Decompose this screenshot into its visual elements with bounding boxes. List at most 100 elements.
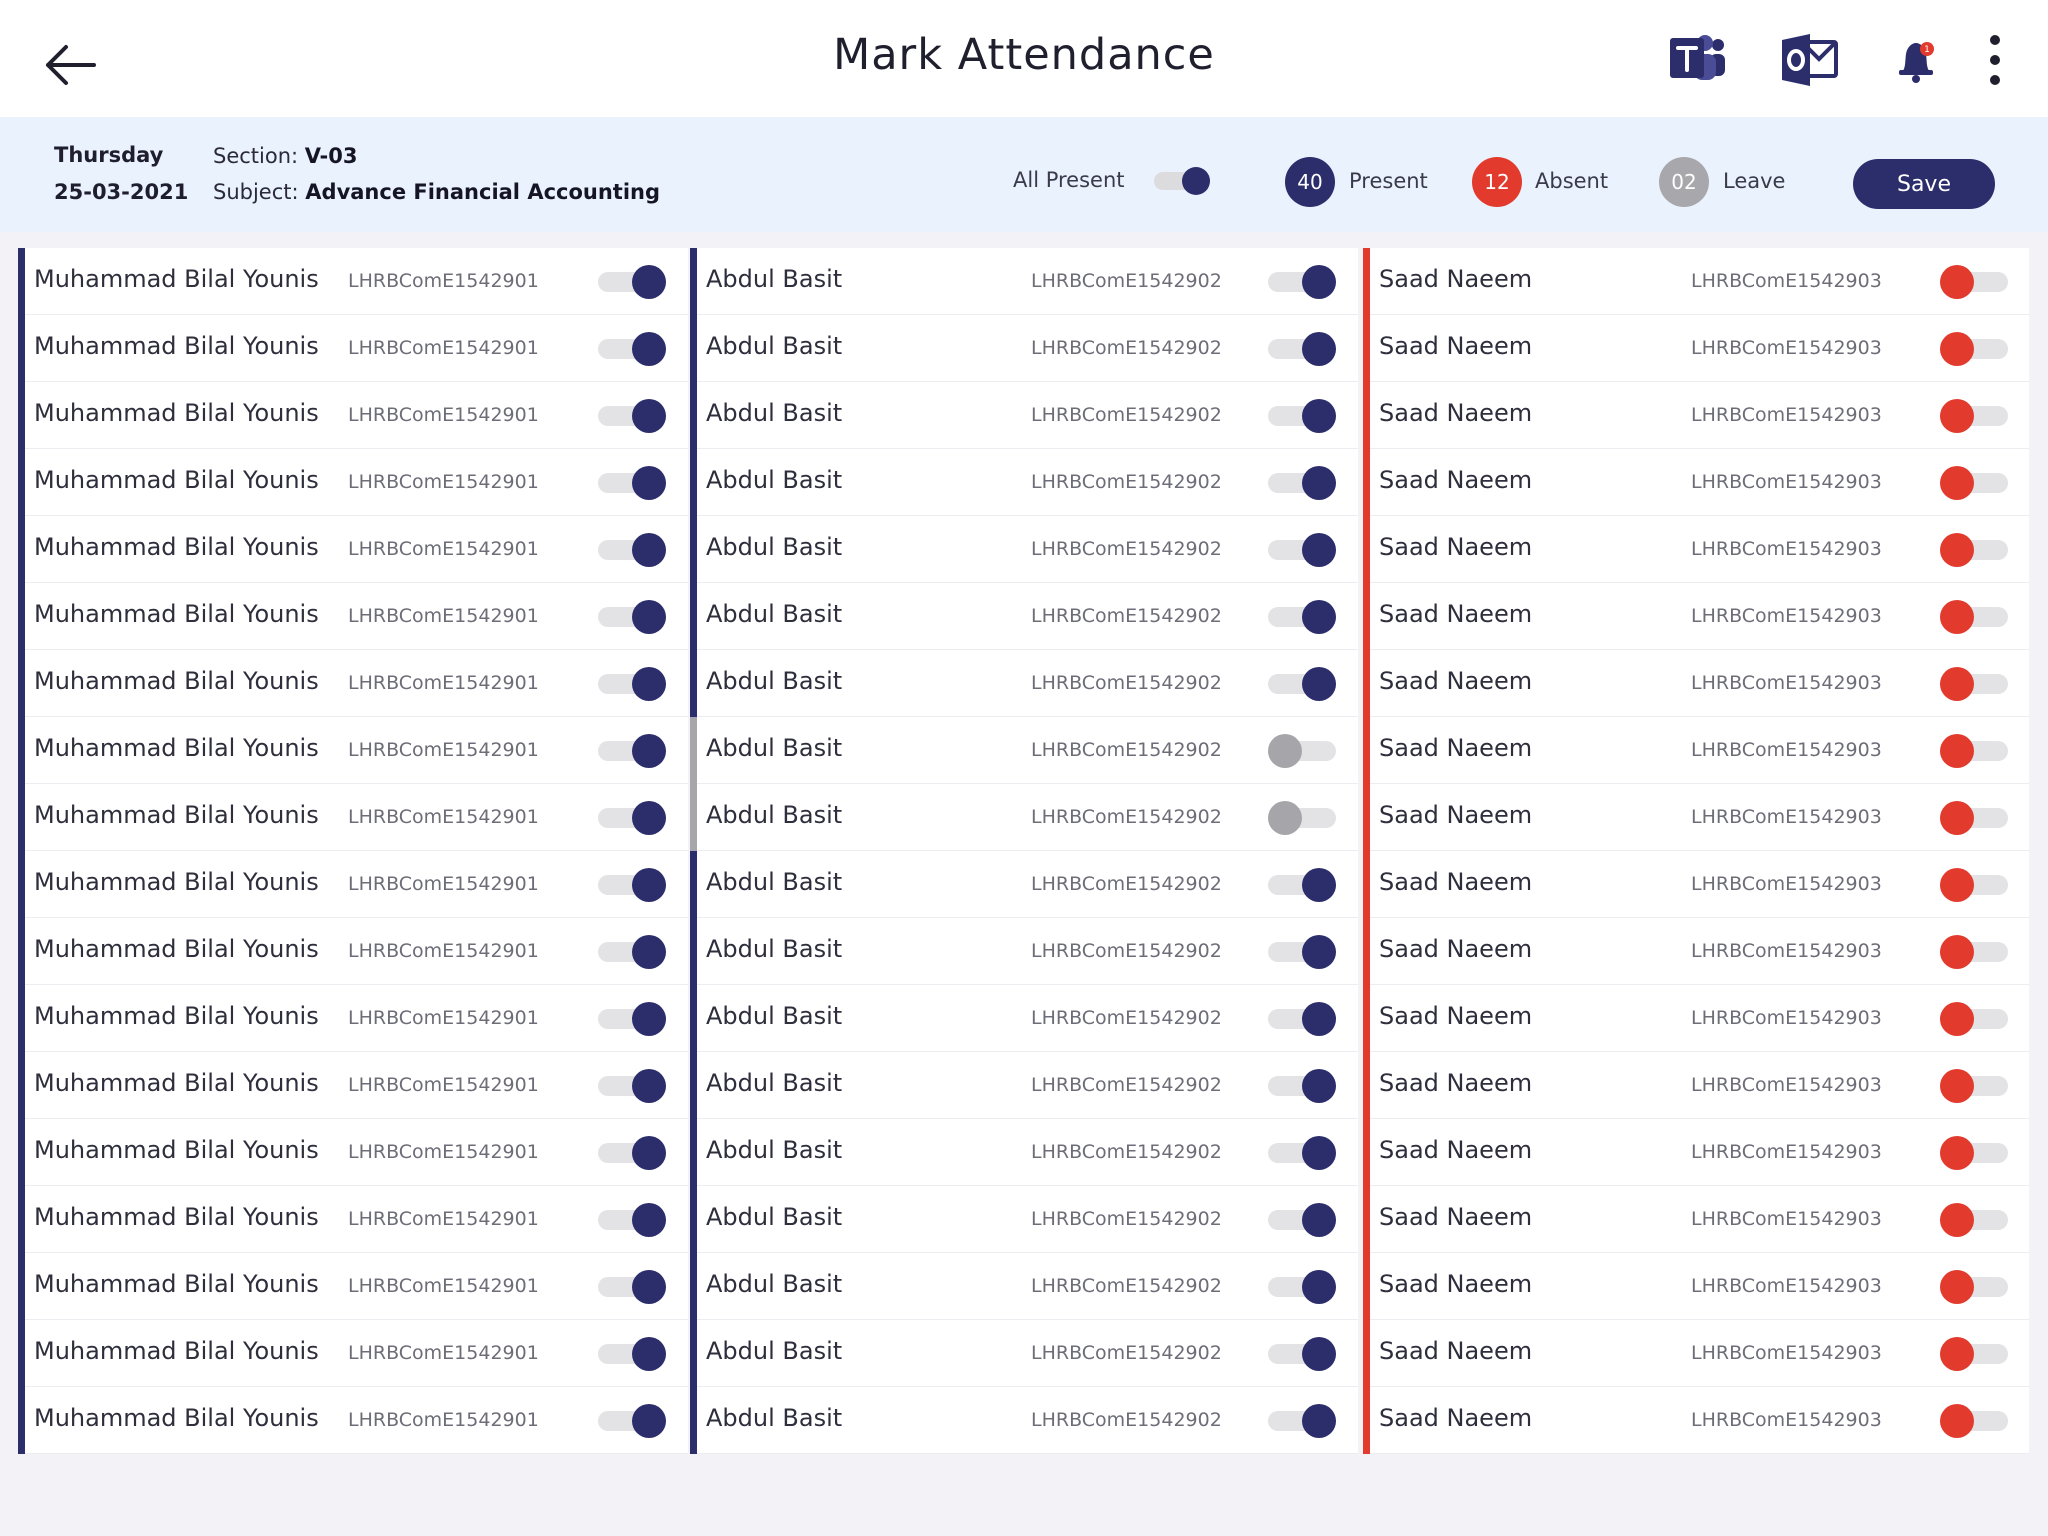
attendance-toggle[interactable] [1268, 1002, 1336, 1036]
attendance-toggle[interactable] [1268, 332, 1336, 366]
attendance-toggle[interactable] [1268, 868, 1336, 902]
attendance-toggle[interactable] [598, 1270, 666, 1304]
toggle-knob [1302, 399, 1336, 433]
attendance-toggle[interactable] [598, 1404, 666, 1438]
attendance-toggle[interactable] [1268, 466, 1336, 500]
student-id: LHRBComE1542902 [1031, 873, 1222, 895]
attendance-toggle[interactable] [598, 1069, 666, 1103]
attendance-toggle[interactable] [1268, 801, 1336, 835]
attendance-toggle[interactable] [1940, 600, 2008, 634]
attendance-toggle[interactable] [1268, 935, 1336, 969]
attendance-toggle[interactable] [598, 265, 666, 299]
status-indicator-bar [18, 382, 25, 449]
status-indicator-bar [1363, 1387, 1370, 1454]
student-id: LHRBComE1542903 [1691, 1409, 1882, 1431]
attendance-toggle[interactable] [1940, 801, 2008, 835]
student-id: LHRBComE1542902 [1031, 1208, 1222, 1230]
attendance-toggle[interactable] [1940, 1404, 2008, 1438]
student-id: LHRBComE1542902 [1031, 471, 1222, 493]
student-id: LHRBComE1542903 [1691, 1208, 1882, 1230]
student-row: Abdul Basit LHRBComE1542902 [690, 1387, 1358, 1454]
student-name: Muhammad Bilal Younis [34, 533, 319, 561]
status-indicator-bar [690, 985, 697, 1052]
status-indicator-bar [1363, 650, 1370, 717]
attendance-toggle[interactable] [1940, 734, 2008, 768]
attendance-toggle[interactable] [598, 1337, 666, 1371]
attendance-toggle[interactable] [1940, 1270, 2008, 1304]
toggle-knob [1940, 332, 1974, 366]
attendance-toggle[interactable] [1940, 533, 2008, 567]
toggle-knob [1182, 167, 1210, 195]
attendance-toggle[interactable] [1268, 533, 1336, 567]
attendance-toggle[interactable] [1268, 1337, 1336, 1371]
teams-icon[interactable] [1668, 32, 1728, 88]
bell-icon[interactable]: 1 [1888, 32, 1948, 88]
attendance-toggle[interactable] [598, 332, 666, 366]
attendance-toggle[interactable] [1940, 868, 2008, 902]
student-name: Saad Naeem [1379, 1002, 1533, 1030]
status-indicator-bar [18, 248, 25, 315]
attendance-toggle[interactable] [1268, 1404, 1336, 1438]
attendance-toggle[interactable] [1940, 399, 2008, 433]
attendance-toggle[interactable] [1268, 1270, 1336, 1304]
attendance-toggle[interactable] [1268, 1203, 1336, 1237]
attendance-toggle[interactable] [1268, 600, 1336, 634]
attendance-toggle[interactable] [1940, 1002, 2008, 1036]
attendance-toggle[interactable] [598, 868, 666, 902]
attendance-toggle[interactable] [598, 1002, 666, 1036]
student-row: Muhammad Bilal Younis LHRBComE1542901 [18, 918, 688, 985]
more-vertical-icon[interactable] [1980, 32, 2010, 88]
student-id: LHRBComE1542902 [1031, 940, 1222, 962]
attendance-toggle[interactable] [598, 801, 666, 835]
status-indicator-bar [1363, 1119, 1370, 1186]
status-indicator-bar [18, 1387, 25, 1454]
status-indicator-bar [18, 1119, 25, 1186]
attendance-toggle[interactable] [598, 466, 666, 500]
attendance-toggle[interactable] [598, 600, 666, 634]
attendance-toggle[interactable] [1940, 1136, 2008, 1170]
student-id: LHRBComE1542901 [348, 270, 539, 292]
toggle-knob [1302, 667, 1336, 701]
toggle-knob [1940, 734, 1974, 768]
status-indicator-bar [690, 1186, 697, 1253]
attendance-toggle[interactable] [1268, 1136, 1336, 1170]
status-indicator-bar [1363, 1052, 1370, 1119]
attendance-toggle[interactable] [598, 935, 666, 969]
attendance-toggle[interactable] [1940, 1069, 2008, 1103]
attendance-toggle[interactable] [1940, 466, 2008, 500]
outlook-icon[interactable] [1780, 32, 1840, 88]
attendance-toggle[interactable] [598, 399, 666, 433]
attendance-toggle[interactable] [1268, 265, 1336, 299]
page-title: Mark Attendance [833, 30, 1215, 80]
toggle-knob [1302, 1270, 1336, 1304]
student-column-2: Abdul Basit LHRBComE1542902 Abdul Basit LHR… [690, 248, 1358, 1454]
save-button[interactable]: Save [1853, 159, 1995, 209]
attendance-toggle[interactable] [1940, 332, 2008, 366]
attendance-toggle[interactable] [1940, 265, 2008, 299]
back-arrow-icon[interactable] [40, 40, 100, 90]
attendance-toggle[interactable] [1940, 935, 2008, 969]
student-name: Abdul Basit [706, 399, 843, 427]
toggle-knob [1940, 466, 1974, 500]
attendance-toggle[interactable] [598, 667, 666, 701]
attendance-toggle[interactable] [1268, 1069, 1336, 1103]
attendance-toggle[interactable] [598, 1203, 666, 1237]
attendance-toggle[interactable] [1268, 399, 1336, 433]
student-row: Muhammad Bilal Younis LHRBComE1542901 [18, 1186, 688, 1253]
student-name: Saad Naeem [1379, 1404, 1533, 1432]
attendance-toggle[interactable] [1940, 1203, 2008, 1237]
attendance-toggle[interactable] [598, 533, 666, 567]
student-name: Abdul Basit [706, 935, 843, 963]
all-present-toggle[interactable] [1154, 167, 1210, 195]
attendance-toggle[interactable] [1940, 667, 2008, 701]
attendance-toggle[interactable] [598, 734, 666, 768]
attendance-toggle[interactable] [598, 1136, 666, 1170]
student-id: LHRBComE1542902 [1031, 1074, 1222, 1096]
attendance-toggle[interactable] [1268, 667, 1336, 701]
student-id: LHRBComE1542903 [1691, 940, 1882, 962]
student-name: Muhammad Bilal Younis [34, 399, 319, 427]
attendance-toggle[interactable] [1940, 1337, 2008, 1371]
status-indicator-bar [1363, 449, 1370, 516]
attendance-toggle[interactable] [1268, 734, 1336, 768]
student-name: Muhammad Bilal Younis [34, 265, 319, 293]
